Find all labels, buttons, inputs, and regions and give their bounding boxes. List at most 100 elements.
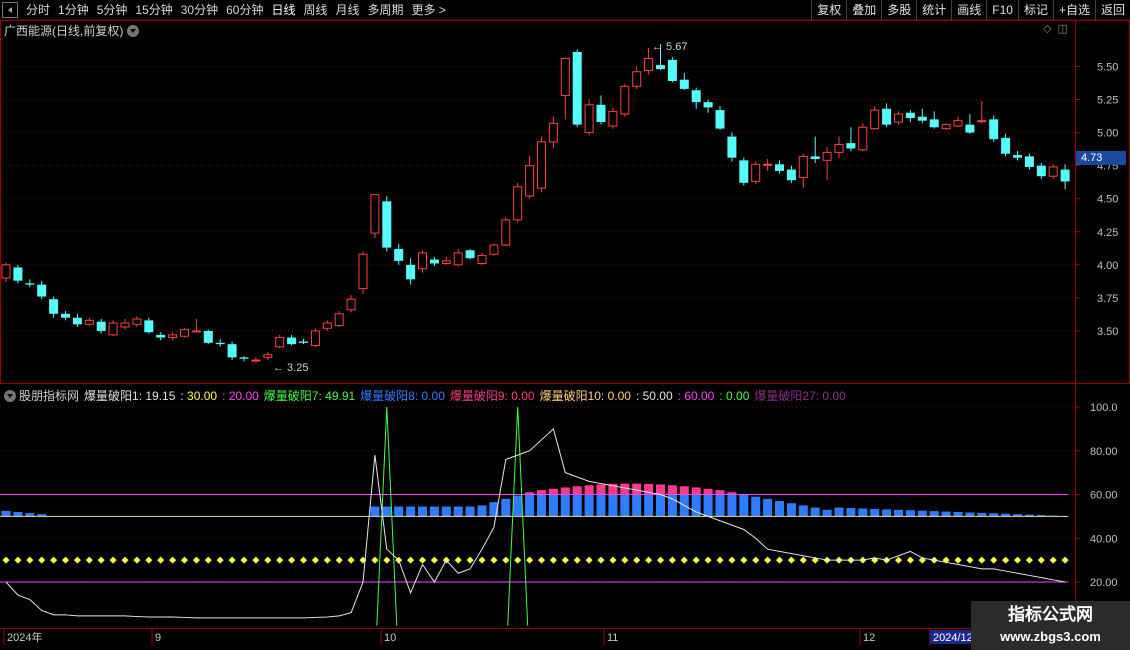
candle-body-up (489, 244, 499, 255)
indicator-field-4: 爆量破阳8: 0.00 (360, 389, 445, 403)
dot-30 (966, 556, 974, 564)
dot-30 (764, 556, 772, 564)
candle-body-down (429, 259, 439, 264)
date-axis-label: 9 (155, 632, 161, 644)
indicator-axis-label: 40.00 (1090, 533, 1118, 545)
candle-body-down (989, 119, 999, 140)
candle-body-up (977, 120, 987, 123)
indicator-bar-pink (679, 486, 689, 495)
dot-30 (656, 556, 665, 564)
indicator-bar-blue (822, 509, 832, 517)
dot-30 (1002, 556, 1010, 564)
indicator-bar-blue (894, 509, 903, 517)
candle-body-up (894, 113, 903, 123)
indicator-field-9: : 0.00 (719, 388, 750, 403)
dot-30 (526, 556, 534, 564)
candle-body-up (525, 165, 535, 197)
dot-30 (1013, 556, 1022, 564)
candle-body-down (1060, 169, 1070, 182)
indicator-bar-blue (882, 509, 892, 517)
dot-30 (240, 556, 248, 564)
candle-body-up (108, 322, 118, 336)
candle-body-down (596, 104, 606, 122)
candle-body-up (620, 85, 630, 115)
candle-body-up (858, 126, 868, 151)
candle-body-down (287, 337, 297, 345)
indicator-bar-blue (620, 494, 630, 517)
candle-body-down (810, 156, 820, 160)
dot-30 (371, 556, 379, 564)
candle-body-up (513, 186, 523, 221)
dropdown-icon[interactable] (127, 24, 140, 37)
indicator-bar-blue (715, 494, 725, 517)
indicator-bar-blue (846, 508, 856, 517)
dot-30 (645, 556, 653, 564)
dot-30 (1049, 556, 1057, 564)
indicator-field-6: 爆量破阳10: 0.00 (539, 389, 631, 403)
indicator-bar-blue (751, 496, 761, 517)
dot-30 (954, 556, 962, 564)
candle-body-up (132, 318, 142, 325)
diamond-icon[interactable]: ◇ (1043, 22, 1051, 35)
price-axis-label: 5.25 (1097, 95, 1118, 107)
price-axis-label: 5.50 (1097, 61, 1118, 73)
dot-30 (799, 556, 807, 564)
dot-30 (668, 556, 676, 564)
dot-30 (1037, 556, 1045, 564)
stock-chart-window: 分时 1分钟 5分钟 15分钟 30分钟 60分钟 日线 周线 月线 多周期 更… (0, 0, 1130, 650)
candle-body-down (61, 313, 70, 318)
dot-30 (490, 556, 498, 564)
candle-body-down (572, 51, 582, 125)
candle-body-up (560, 58, 570, 97)
dot-30 (26, 556, 34, 564)
dot-30 (609, 556, 617, 564)
indicator-white-line (5, 427, 1066, 619)
dot-30 (38, 556, 46, 564)
dot-30 (335, 556, 343, 564)
indicator-dropdown-icon[interactable] (4, 389, 16, 402)
candle-body-down (656, 65, 665, 70)
panel-controls: ◇ ◫ (1043, 22, 1068, 35)
dot-30 (740, 556, 748, 564)
dot-30 (585, 556, 593, 564)
candle-body-up (334, 313, 344, 327)
indicator-name[interactable]: 股朋指标网 (19, 387, 79, 404)
indicator-bar-blue (727, 494, 737, 517)
dot-30 (204, 556, 212, 564)
dot-30 (311, 556, 319, 564)
candle-body-down (13, 267, 23, 281)
candle-body-up (822, 151, 832, 161)
candle-body-down (156, 334, 166, 338)
candle-body-up (953, 120, 963, 127)
stock-title: 广西能源(日线,前复权) (4, 24, 124, 38)
dot-30 (264, 556, 272, 564)
indicator-bar-blue (429, 506, 439, 517)
candle-body-up (358, 253, 368, 290)
candle-body-down (786, 169, 796, 181)
dot-30 (894, 556, 903, 564)
indicator-axis-label: 60.00 (1090, 490, 1118, 502)
candle-body-down (1013, 155, 1022, 158)
candle-body-up (84, 319, 94, 325)
candle-body-down (239, 357, 249, 359)
candle-body-down (96, 321, 106, 331)
dot-30 (145, 556, 153, 564)
indicator-bar-pink (656, 484, 665, 495)
candle-body-down (203, 330, 213, 343)
dot-30 (347, 556, 355, 564)
indicator-bar-blue (775, 501, 784, 517)
chart-canvas[interactable]: 5.505.255.004.754.504.254.003.753.50← 5.… (0, 0, 1130, 650)
candle-body-up (477, 255, 487, 264)
watermark-title: 指标公式网 (1008, 605, 1093, 624)
price-axis-label: 4.00 (1097, 260, 1118, 272)
dot-30 (14, 556, 22, 564)
indicator-bar-blue (477, 505, 487, 517)
candle-body-down (72, 317, 82, 325)
price-axis-label: 5.00 (1097, 128, 1118, 140)
dot-30 (478, 556, 486, 564)
indicator-bar-blue (870, 508, 880, 517)
window-toggle-icon[interactable]: ◫ (1058, 22, 1068, 35)
candle-body-up (251, 359, 261, 362)
indicator-bar-pink (560, 487, 570, 495)
candle-body-down (691, 90, 701, 103)
